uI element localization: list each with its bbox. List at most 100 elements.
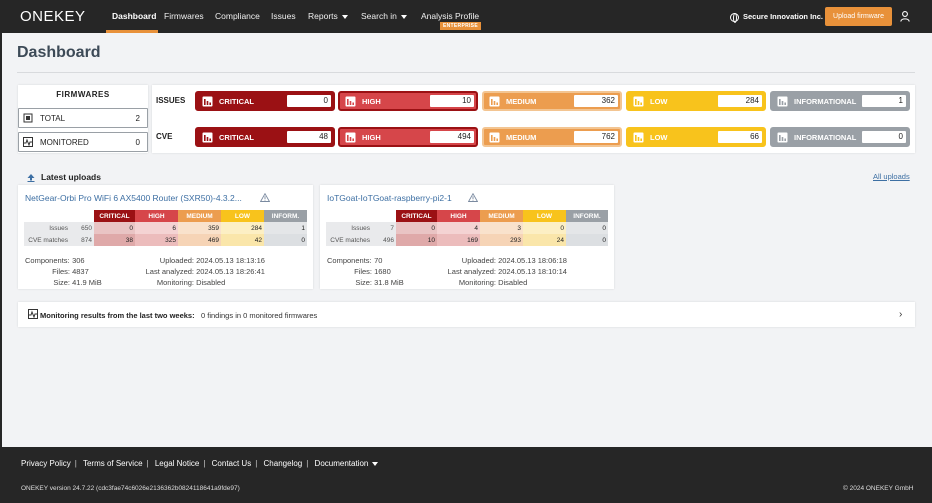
severity-bars-icon	[633, 132, 644, 143]
firmware-upload-card[interactable]: NetGear-Orbi Pro WiFi 6 AX5400 Router (S…	[18, 185, 313, 289]
firmwares-title: FIRMWARES	[56, 90, 110, 99]
cve-medium-cell: 469	[178, 234, 221, 246]
uploaded-value: 2024.05.13 18:06:18	[498, 256, 567, 265]
upload-firmware-button[interactable]: Upload firmware	[825, 7, 892, 26]
nav-compliance[interactable]: Compliance	[215, 0, 260, 33]
header-medium: MEDIUM	[480, 210, 523, 222]
globe-icon	[730, 12, 739, 23]
severity-bars-icon	[345, 132, 356, 143]
nav-dashboard[interactable]: Dashboard	[112, 0, 156, 33]
warning-icon	[468, 193, 478, 202]
header-low: LOW	[523, 210, 566, 222]
firmwares-monitored-row[interactable]: MONITORED 0	[18, 132, 148, 152]
cve-total: 496	[372, 234, 396, 246]
analyzed-label: Last analyzed:	[447, 267, 496, 276]
org-name: Secure Innovation Inc.	[743, 12, 824, 21]
issues-low[interactable]: LOW 284	[626, 91, 766, 111]
latest-uploads-title: Latest uploads	[41, 172, 101, 182]
size-label: Size:	[355, 278, 372, 287]
severity-name: HIGH	[362, 133, 381, 142]
org-selector[interactable]: Secure Innovation Inc.	[730, 0, 823, 33]
chevron-down-icon	[341, 14, 348, 19]
firmware-name-link[interactable]: IoTGoat-IoTGoat-raspberry-pi2-1	[327, 193, 452, 203]
cve-low-cell: 24	[523, 234, 566, 246]
nav-reports[interactable]: Reports	[308, 0, 348, 33]
all-uploads-link[interactable]: All uploads	[873, 172, 910, 181]
severity-count: 0	[287, 95, 331, 107]
total-value: 2	[135, 114, 140, 123]
size-value: 41.9 MiB	[72, 278, 102, 287]
separator: |	[74, 459, 77, 468]
chevron-down-icon	[372, 461, 379, 466]
documentation-label: Documentation	[314, 459, 369, 468]
cve-row-label: CVE matches	[24, 234, 70, 246]
header-low: LOW	[221, 210, 264, 222]
size-value: 31.8 MiB	[374, 278, 404, 287]
documentation-dropdown[interactable]: Documentation	[315, 459, 379, 468]
severity-summary-card: ISSUES CVE CRITICAL 0 HIGH 10 MEDIUM 362…	[152, 85, 915, 153]
cve-high[interactable]: HIGH 494	[338, 127, 478, 147]
firmwares-total-row[interactable]: TOTAL 2	[18, 108, 148, 128]
monitoring-label: Monitoring results from the last two wee…	[40, 311, 195, 320]
severity-count: 10	[430, 95, 474, 107]
issues-medium-cell: 3	[480, 222, 523, 234]
chevron-right-icon[interactable]: ›	[899, 309, 902, 320]
components-value: 306	[72, 256, 85, 265]
terms-of-service-link[interactable]: Terms of Service	[83, 459, 143, 468]
page-title: Dashboard	[17, 44, 101, 61]
cve-critical-cell: 10	[396, 234, 437, 246]
header-informational: INFORM.	[566, 210, 608, 222]
severity-bars-icon	[633, 96, 644, 107]
firmware-name-link[interactable]: NetGear-Orbi Pro WiFi 6 AX5400 Router (S…	[25, 193, 242, 203]
firmware-stats: Components: 306 Files: 4837 Size: 41.9 M…	[25, 255, 102, 288]
uploaded-label: Uploaded:	[159, 256, 194, 265]
cve-info-cell: 0	[264, 234, 307, 246]
cve-low[interactable]: LOW 66	[626, 127, 766, 147]
cve-critical-cell: 38	[94, 234, 135, 246]
firmwares-card: FIRMWARES TOTAL 2 MONITORED 0	[18, 85, 148, 153]
upload-icon	[27, 174, 35, 182]
firmware-dates: Uploaded: 2024.05.13 18:06:18 Last analy…	[438, 255, 567, 288]
cve-row-label: CVE matches	[326, 234, 372, 246]
severity-name: MEDIUM	[506, 133, 537, 142]
issues-info-cell: 1	[264, 222, 307, 234]
separator: |	[146, 459, 149, 468]
nav-search-in[interactable]: Search in	[361, 0, 407, 33]
cve-info-cell: 0	[566, 234, 608, 246]
issues-critical-cell: 0	[396, 222, 437, 234]
cve-high-cell: 169	[437, 234, 480, 246]
issues-informational[interactable]: INFORMATIONAL 1	[770, 91, 910, 111]
components-label: Components:	[327, 256, 372, 265]
firmware-upload-card[interactable]: IoTGoat-IoTGoat-raspberry-pi2-1 CRITICAL…	[320, 185, 614, 289]
severity-bars-icon	[777, 132, 788, 143]
monitoring-summary: 0 findings in 0 monitored firmwares	[201, 311, 318, 320]
privacy-policy-link[interactable]: Privacy Policy	[21, 459, 71, 468]
severity-count: 1	[862, 95, 906, 107]
issues-high[interactable]: HIGH 10	[338, 91, 478, 111]
monitoring-results-bar[interactable]: Monitoring results from the last two wee…	[18, 302, 915, 327]
issues-medium[interactable]: MEDIUM 362	[482, 91, 622, 111]
cve-informational[interactable]: INFORMATIONAL 0	[770, 127, 910, 147]
issues-critical[interactable]: CRITICAL 0	[195, 91, 335, 111]
footer-links: Privacy Policy | Terms of Service | Legal …	[21, 459, 379, 468]
onekey-logo[interactable]: ONEKEY	[20, 8, 86, 25]
contact-us-link[interactable]: Contact Us	[212, 459, 252, 468]
separator: |	[306, 459, 309, 468]
monitoring-value: Disabled	[196, 278, 226, 287]
severity-bars-icon	[777, 96, 788, 107]
monitoring-value: Disabled	[498, 278, 528, 287]
nav-issues[interactable]: Issues	[271, 0, 296, 33]
components-label: Components:	[25, 256, 70, 265]
cve-medium[interactable]: MEDIUM 762	[482, 127, 622, 147]
severity-table: CRITICAL HIGH MEDIUM LOW INFORM. Issues …	[24, 210, 307, 246]
legal-notice-link[interactable]: Legal Notice	[155, 459, 199, 468]
changelog-link[interactable]: Changelog	[264, 459, 303, 468]
severity-count: 0	[862, 131, 906, 143]
severity-name: HIGH	[362, 97, 381, 106]
cve-critical[interactable]: CRITICAL 48	[195, 127, 335, 147]
monitoring-label: Monitoring:	[156, 278, 194, 287]
user-icon[interactable]	[900, 11, 910, 22]
nav-firmwares[interactable]: Firmwares	[164, 0, 204, 33]
severity-bars-icon	[345, 96, 356, 107]
warning-icon	[260, 193, 270, 202]
